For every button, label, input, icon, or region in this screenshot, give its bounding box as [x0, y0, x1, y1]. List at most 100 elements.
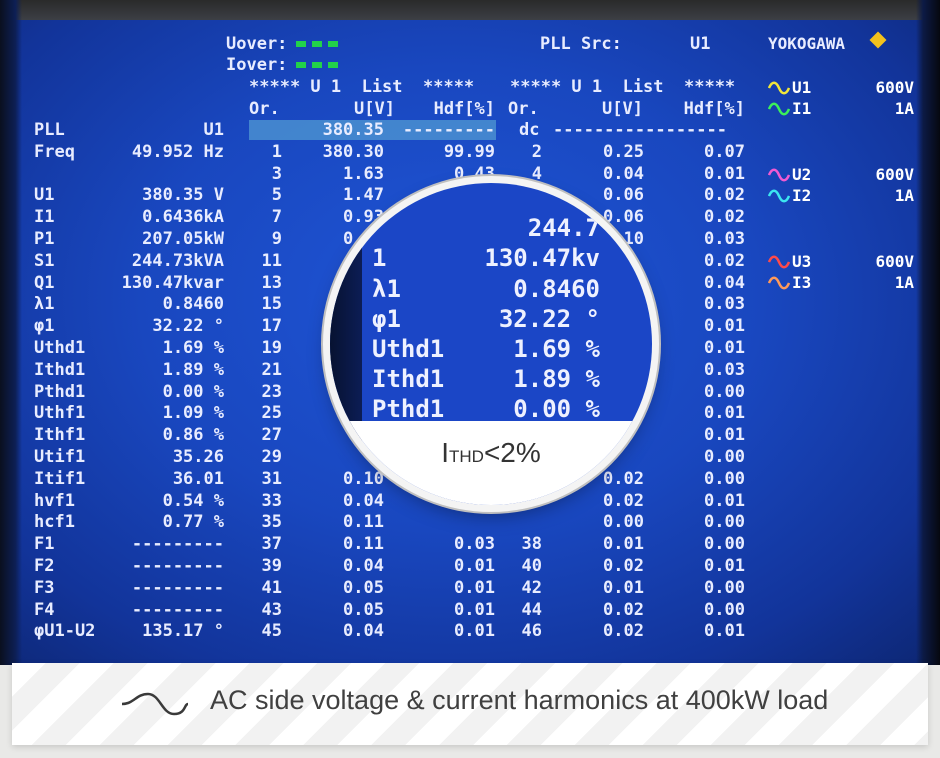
indicator-lamp	[296, 61, 306, 68]
harmonic-hdf: 0.01	[704, 490, 745, 511]
indicator-lamp	[296, 40, 306, 47]
waveform-icon	[768, 168, 790, 182]
indicator-lamp	[312, 40, 322, 47]
caption-bar: AC side voltage & current harmonics at 4…	[12, 663, 928, 745]
ithd-limit: <2%	[483, 437, 541, 468]
harmonic-order: 3	[271, 163, 282, 184]
indicator-lamp	[312, 61, 322, 68]
channel-name: U1	[792, 78, 812, 97]
param-value: ---------	[131, 534, 224, 555]
channel-name: I3	[792, 273, 812, 292]
analyzer-screen: Uover: Iover: PLL Src: U1 YOKOGAWA *****…	[0, 0, 940, 665]
harmonic-order: 19	[261, 338, 282, 358]
waveform-icon	[768, 81, 790, 95]
param-value: 0.00 %	[162, 381, 224, 402]
harmonic-order: 11	[261, 250, 282, 271]
iover-indicators	[296, 55, 344, 75]
param-value: 244.73kVA	[131, 250, 224, 271]
magnified-label: Pthd1	[372, 395, 445, 423]
ithd-callout: ITHD<2%	[330, 437, 652, 469]
harmonic-order: 21	[261, 359, 282, 380]
harmonic-order: 17	[261, 316, 282, 337]
screen-edge-right	[916, 0, 940, 665]
param-value: 1.09 %	[162, 403, 224, 424]
param-label: λ1	[34, 294, 55, 315]
harmonic-order: 5	[271, 185, 282, 206]
pll-src-value: U1	[690, 34, 711, 54]
list2-col-hdf: Hdf[%]	[683, 99, 745, 119]
brand-logo-text: YOKOGAWA	[768, 34, 846, 53]
harmonic-order: 40	[521, 556, 542, 576]
indicator-lamp	[328, 40, 338, 47]
param-label: Utif1	[34, 447, 86, 467]
pll-src-label: PLL Src:	[540, 34, 622, 54]
param-value: 0.86 %	[162, 425, 224, 446]
param-label: hcf1	[34, 512, 75, 533]
harmonic-hdf: 0.03	[454, 534, 495, 555]
param-value: 0.77 %	[162, 512, 224, 533]
harmonic-hdf: -----------------	[553, 120, 727, 140]
param-value: 32.22 °	[152, 316, 224, 337]
harmonic-order: 13	[261, 272, 282, 293]
harmonic-voltage: 0.04	[603, 163, 644, 184]
harmonic-voltage: 380.30	[322, 141, 384, 162]
param-value: ---------	[131, 577, 224, 598]
harmonic-order: dc	[519, 120, 540, 140]
uover-indicators	[296, 34, 344, 54]
harmonic-voltage: 0.00	[603, 512, 644, 533]
harmonic-voltage: 0.02	[603, 556, 644, 576]
harmonic-hdf: 0.03	[704, 359, 745, 380]
ithd-subscript: THD	[449, 447, 484, 466]
magnified-value: 244.7	[527, 214, 600, 242]
param-label: U1	[34, 185, 55, 206]
magnified-label: Ithd1	[372, 365, 445, 393]
harmonic-voltage: 0.05	[343, 599, 384, 620]
harmonic-hdf: 0.00	[704, 447, 745, 467]
harmonic-hdf: 0.01	[704, 425, 745, 446]
list1-title: ***** U 1 List *****	[249, 77, 475, 97]
param-label: I1	[34, 207, 55, 228]
harmonic-hdf: 0.00	[704, 512, 745, 533]
ithd-main: I	[441, 437, 449, 468]
magnified-value: 32.22 °	[498, 305, 600, 333]
harmonic-hdf: 0.00	[704, 599, 745, 620]
harmonic-hdf: 0.01	[454, 621, 495, 642]
harmonic-hdf: 0.02	[704, 207, 745, 228]
magnified-value: 1.89 %	[513, 365, 600, 393]
list1-col-voltage: U[V]	[354, 99, 395, 119]
harmonic-voltage: 0.01	[603, 534, 644, 555]
param-value: 35.26	[172, 447, 224, 467]
harmonic-voltage: 0.05	[343, 577, 384, 598]
waveform-icon	[768, 276, 790, 290]
channel-range: 600V	[875, 165, 914, 184]
harmonic-order: 27	[261, 425, 282, 446]
harmonic-voltage: 0.06	[603, 185, 644, 206]
harmonic-voltage: 380.35	[322, 120, 384, 140]
harmonic-hdf: 0.01	[454, 577, 495, 598]
harmonic-order: 33	[261, 490, 282, 511]
harmonic-hdf: 0.01	[704, 556, 745, 576]
channel-name: I1	[792, 99, 812, 118]
harmonic-order: 29	[261, 447, 282, 467]
param-value: ---------	[131, 599, 224, 620]
harmonic-hdf: 0.43	[454, 163, 495, 184]
param-label: F4	[34, 599, 55, 620]
harmonic-hdf: 0.03	[704, 229, 745, 249]
harmonic-order: 31	[261, 468, 282, 489]
harmonic-voltage: 0.04	[343, 621, 384, 642]
param-label: hvf1	[34, 490, 75, 511]
magnified-label: Uthd1	[372, 335, 445, 363]
param-label: Uthd1	[34, 338, 86, 358]
harmonic-hdf: 0.04	[704, 272, 745, 293]
harmonic-hdf: 0.07	[704, 141, 745, 162]
harmonic-voltage: 0.02	[603, 599, 644, 620]
harmonic-order: 1	[271, 141, 282, 162]
list2-col-voltage: U[V]	[602, 99, 643, 119]
param-label: P1	[34, 229, 55, 249]
magnified-value: 0.00 %	[513, 395, 600, 423]
channel-range: 600V	[875, 252, 914, 271]
harmonic-hdf: 0.00	[704, 577, 745, 598]
magnifier-banner: ITHD<2%	[330, 421, 652, 505]
magnified-label: λ1	[372, 275, 401, 303]
sine-wave-icon	[121, 692, 189, 716]
